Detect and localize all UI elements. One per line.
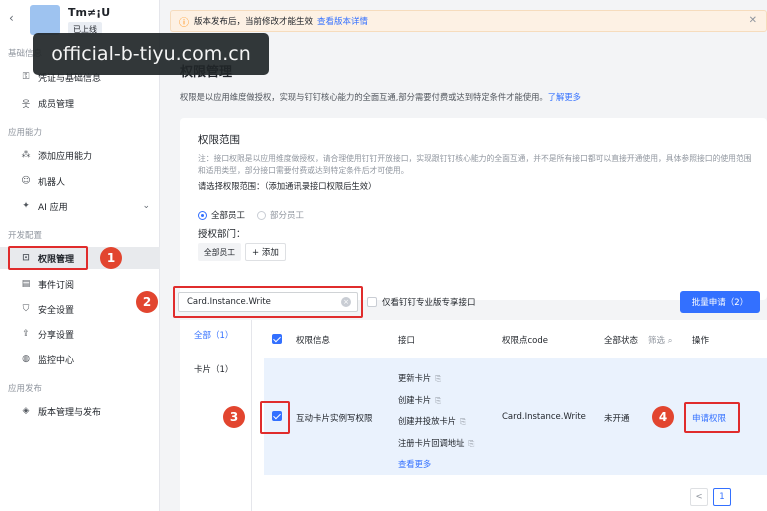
row-code: Card.Instance.Write <box>502 412 586 422</box>
step-badge-2: 2 <box>136 291 158 313</box>
chevron-down-icon: ⌄ <box>142 201 150 211</box>
col-permission-info: 权限信息 <box>296 336 331 346</box>
version-icon: ◈ <box>22 406 30 416</box>
close-icon[interactable]: ✕ <box>749 15 757 26</box>
page-description: 权限是以应用维度做授权，实现与钉钉核心能力的全面互通,部分需要付费或达到特定条件… <box>180 92 581 102</box>
category-card[interactable]: 卡片（1） <box>194 363 233 375</box>
event-icon: ▤ <box>21 279 31 289</box>
radio-all-label: 全部员工 <box>211 211 246 221</box>
apps-icon: ⁂ <box>21 150 31 160</box>
highlight-row-checkbox <box>260 401 290 434</box>
scope-note: 注：接口权限是以应用维度做授权，请合理使用钉钉开放接口，实现跟钉钉核心能力的全面… <box>198 154 752 175</box>
sidebar-item-versions[interactable]: ◈ 版本管理与发布 <box>0 400 160 422</box>
col-code: 权限点code <box>502 336 548 346</box>
pagination: < 1 <box>690 488 731 506</box>
interface-item[interactable]: 更新卡片 ⎘ <box>398 368 474 390</box>
group-title-capability: 应用能力 <box>8 128 43 138</box>
robot-icon: ☺ <box>21 176 31 186</box>
key-icon: ⚿ <box>22 72 30 82</box>
publish-banner: ⓘ 版本发布后，当前修改才能生效 查看版本详情 ✕ <box>170 10 767 32</box>
row-permission-name: 互动卡片实例写权限 <box>296 414 373 424</box>
scope-title: 权限范围 <box>198 134 240 146</box>
sidebar-item-robot[interactable]: ☺ 机器人 <box>0 170 160 192</box>
shield-icon: ⛉ <box>22 304 30 314</box>
bulk-apply-button[interactable]: 批量申请（2） <box>680 291 760 313</box>
watermark: official-b-tiyu.com.cn <box>33 33 269 75</box>
share-icon: ⇪ <box>22 329 30 339</box>
step-badge-4: 4 <box>652 406 674 428</box>
chevron-left-icon[interactable]: ‹ <box>9 11 14 25</box>
app-avatar <box>30 5 60 35</box>
sidebar-item-share[interactable]: ⇪ 分享设置 <box>0 323 160 345</box>
table-header: 权限信息 接口 权限点code 全部状态 筛选 ⌕ 操作 <box>264 328 767 350</box>
banner-version-link[interactable]: 查看版本详情 <box>317 15 368 27</box>
highlight-search <box>173 286 363 318</box>
ai-icon: ✦ <box>22 201 30 211</box>
search-icon: ⌕ <box>667 336 673 346</box>
radio-part-employees[interactable] <box>257 210 267 220</box>
col-status: 全部状态 <box>604 336 639 346</box>
interface-list: 更新卡片 ⎘ 创建卡片 ⎘ 创建并投放卡片 ⎘ 注册卡片回调地址 ⎘ 查看更多 <box>398 368 474 475</box>
dept-tag: 全部员工 <box>198 243 241 261</box>
sidebar-item-add-capability[interactable]: ⁂ 添加应用能力 <box>0 144 160 166</box>
group-title-release: 应用发布 <box>8 384 43 394</box>
filter-button[interactable]: 筛选 ⌕ <box>648 334 672 346</box>
doc-icon: ⎘ <box>435 374 442 383</box>
view-more-link[interactable]: 查看更多 <box>398 454 474 475</box>
sidebar-item-monitor[interactable]: ◍ 监控中心 <box>0 348 160 370</box>
interface-item[interactable]: 创建并投放卡片 ⎘ <box>398 411 474 433</box>
sidebar-item-members[interactable]: 웃 成员管理 <box>0 92 160 114</box>
interface-item[interactable]: 创建卡片 ⎘ <box>398 390 474 412</box>
learn-more-link[interactable]: 了解更多 <box>548 92 581 102</box>
pro-only-checkbox[interactable]: 仅看钉钉专业版专享接口 <box>367 296 476 308</box>
interface-item[interactable]: 注册卡片回调地址 ⎘ <box>398 433 474 455</box>
select-all-checkbox[interactable] <box>272 334 282 344</box>
sidebar-item-events[interactable]: ▤ 事件订阅 <box>0 273 160 295</box>
row-status: 未开通 <box>604 414 630 424</box>
step-badge-1: 1 <box>100 247 122 269</box>
add-dept-button[interactable]: + 添加 <box>245 243 286 261</box>
sidebar-item-ai-app[interactable]: ✦ AI 应用 ⌄ <box>0 195 160 217</box>
doc-icon: ⎘ <box>435 395 442 405</box>
info-icon: ⓘ <box>179 17 189 29</box>
pro-only-checkbox-box[interactable] <box>367 297 377 307</box>
app-name: Tm≠¡U <box>68 6 111 19</box>
dept-label: 授权部门： <box>198 229 246 240</box>
col-action: 操作 <box>692 336 710 346</box>
group-title-dev: 开发配置 <box>8 231 43 241</box>
person-icon: 웃 <box>21 99 31 110</box>
category-all[interactable]: 全部（1） <box>194 329 233 341</box>
banner-text: 版本发布后，当前修改才能生效 <box>194 17 314 27</box>
permission-scope-card: 权限范围 注：接口权限是以应用维度做授权，请合理使用钉钉开放接口，实现跟钉钉核心… <box>180 118 767 300</box>
col-interface: 接口 <box>398 336 416 346</box>
prev-page-button[interactable]: < <box>690 488 708 506</box>
scope-radio-group: 全部员工 部分员工 <box>198 209 316 221</box>
highlight-apply <box>684 402 740 433</box>
monitor-icon: ◍ <box>22 354 30 364</box>
radio-part-label: 部分员工 <box>270 211 305 221</box>
step-badge-3: 3 <box>223 406 245 428</box>
scope-select-label: 请选择权限范围：（添加通讯录接口权限后生效） <box>198 181 377 191</box>
radio-all-employees[interactable] <box>198 210 207 220</box>
doc-icon: ⎘ <box>460 417 467 426</box>
page-1-button[interactable]: 1 <box>713 488 731 506</box>
doc-icon: ⎘ <box>468 438 475 448</box>
highlight-permissions <box>8 246 88 270</box>
